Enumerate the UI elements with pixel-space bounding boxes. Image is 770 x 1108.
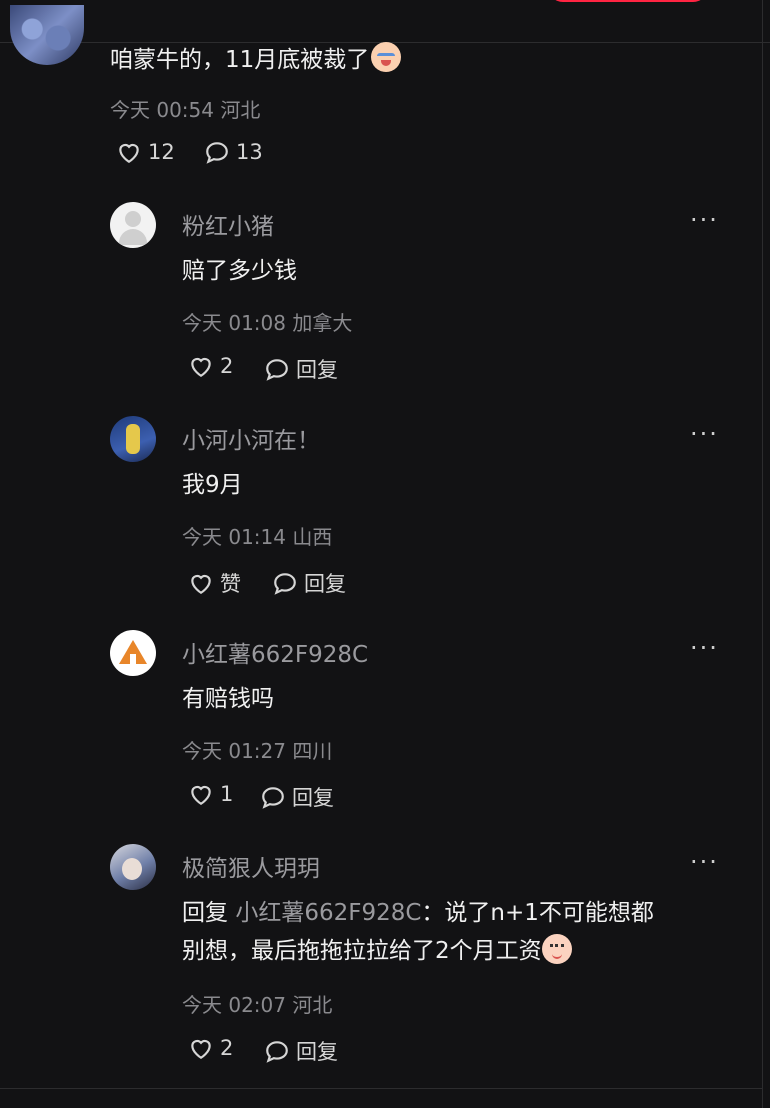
avatar[interactable]	[110, 202, 156, 248]
divider	[762, 0, 763, 1108]
reply-text: 回复 小红薯662F928C：说了n+1不可能想都 别想，最后拖拖拉拉给了2个月…	[182, 894, 654, 970]
comment-location: 河北	[220, 98, 261, 122]
reply-body-line2: 别想，最后拖拖拉拉给了2个月工资	[182, 938, 542, 964]
reply-label: 回复	[292, 786, 334, 810]
reply-text: 我9月	[182, 472, 243, 498]
comment-bubble-icon	[262, 787, 284, 809]
divider	[0, 1088, 762, 1089]
like-label: 赞	[220, 572, 241, 596]
reply-label: 回复	[296, 358, 338, 382]
avatar[interactable]	[10, 5, 84, 65]
like-button[interactable]: 2	[188, 1036, 233, 1060]
reply-label: 回复	[296, 1040, 338, 1064]
more-icon[interactable]: ···	[690, 206, 719, 234]
reply-text: 赔了多少钱	[182, 258, 297, 284]
reply-location: 河北	[292, 993, 333, 1017]
reply-button[interactable]: 13	[204, 140, 263, 164]
avatar[interactable]	[110, 416, 156, 462]
like-count: 12	[148, 140, 175, 164]
reply-author[interactable]: 小河小河在！	[182, 421, 320, 455]
avatar[interactable]	[110, 630, 156, 676]
crying-face-icon	[371, 42, 402, 72]
reply-body-line1: 说了n+1不可能想都	[444, 900, 654, 926]
heart-icon	[191, 574, 211, 595]
reply-prefix: 回复	[182, 900, 228, 926]
reply-time: 今天 01:08	[182, 311, 286, 335]
more-icon[interactable]: ···	[690, 634, 719, 662]
reply-line: 回复 小红薯662F928C：说了n+1不可能想都	[182, 894, 654, 932]
comment-bubble-icon	[266, 1041, 288, 1063]
comment-body: 咱蒙牛的，11月底被裁了	[110, 47, 370, 73]
reply-time: 今天 02:07	[182, 993, 286, 1017]
avatar[interactable]	[110, 844, 156, 890]
reply-meta: 今天 01:27 四川	[182, 735, 332, 764]
like-count: 2	[220, 354, 234, 378]
reply-button[interactable]: 回复	[260, 782, 334, 812]
reply-meta: 今天 01:14 山西	[182, 521, 332, 550]
comment-bubble-icon	[206, 142, 228, 164]
reply-time: 今天 01:14	[182, 525, 286, 549]
more-icon[interactable]: ···	[690, 420, 719, 448]
comment-text: 咱蒙牛的，11月底被裁了	[110, 40, 402, 74]
like-count: 1	[220, 782, 234, 806]
reply-button[interactable]: 回复	[264, 1036, 338, 1066]
mentioned-user[interactable]: 小红薯662F928C	[235, 900, 421, 926]
more-icon[interactable]: ···	[690, 848, 719, 876]
heart-icon	[191, 785, 211, 806]
like-button[interactable]: 1	[188, 782, 233, 806]
reply-button[interactable]: 回复	[264, 354, 338, 384]
comment-bubble-icon	[266, 359, 288, 381]
like-button[interactable]: 2	[188, 354, 233, 378]
heart-icon	[191, 357, 211, 378]
reply-time: 今天 01:27	[182, 739, 286, 763]
like-count: 2	[220, 1036, 234, 1060]
like-button[interactable]: 12	[116, 140, 175, 164]
reply-author[interactable]: 极简狠人玥玥	[182, 849, 320, 883]
reply-author[interactable]: 粉红小猪	[182, 207, 274, 241]
reply-meta: 今天 02:07 河北	[182, 989, 332, 1018]
smiling-face-icon	[541, 934, 572, 964]
reply-label: 回复	[304, 572, 346, 596]
reply-location: 四川	[292, 739, 333, 763]
comment-bubble-icon	[274, 573, 296, 595]
top-bar	[0, 0, 770, 43]
reply-count: 13	[236, 140, 263, 164]
reply-location: 加拿大	[292, 311, 353, 335]
comment-meta: 今天 00:54 河北	[110, 94, 260, 123]
reply-author[interactable]: 小红薯662F928C	[182, 635, 368, 669]
like-button[interactable]: 赞	[188, 568, 241, 598]
comment-time: 今天 00:54	[110, 98, 214, 122]
separator: ：	[421, 900, 445, 926]
heart-icon	[191, 1039, 211, 1060]
follow-button[interactable]	[548, 0, 708, 2]
reply-line: 别想，最后拖拖拉拉给了2个月工资	[182, 932, 654, 970]
reply-location: 山西	[292, 525, 333, 549]
reply-text: 有赔钱吗	[182, 686, 274, 712]
reply-meta: 今天 01:08 加拿大	[182, 307, 352, 336]
reply-button[interactable]: 回复	[272, 568, 346, 598]
heart-icon	[119, 143, 139, 164]
